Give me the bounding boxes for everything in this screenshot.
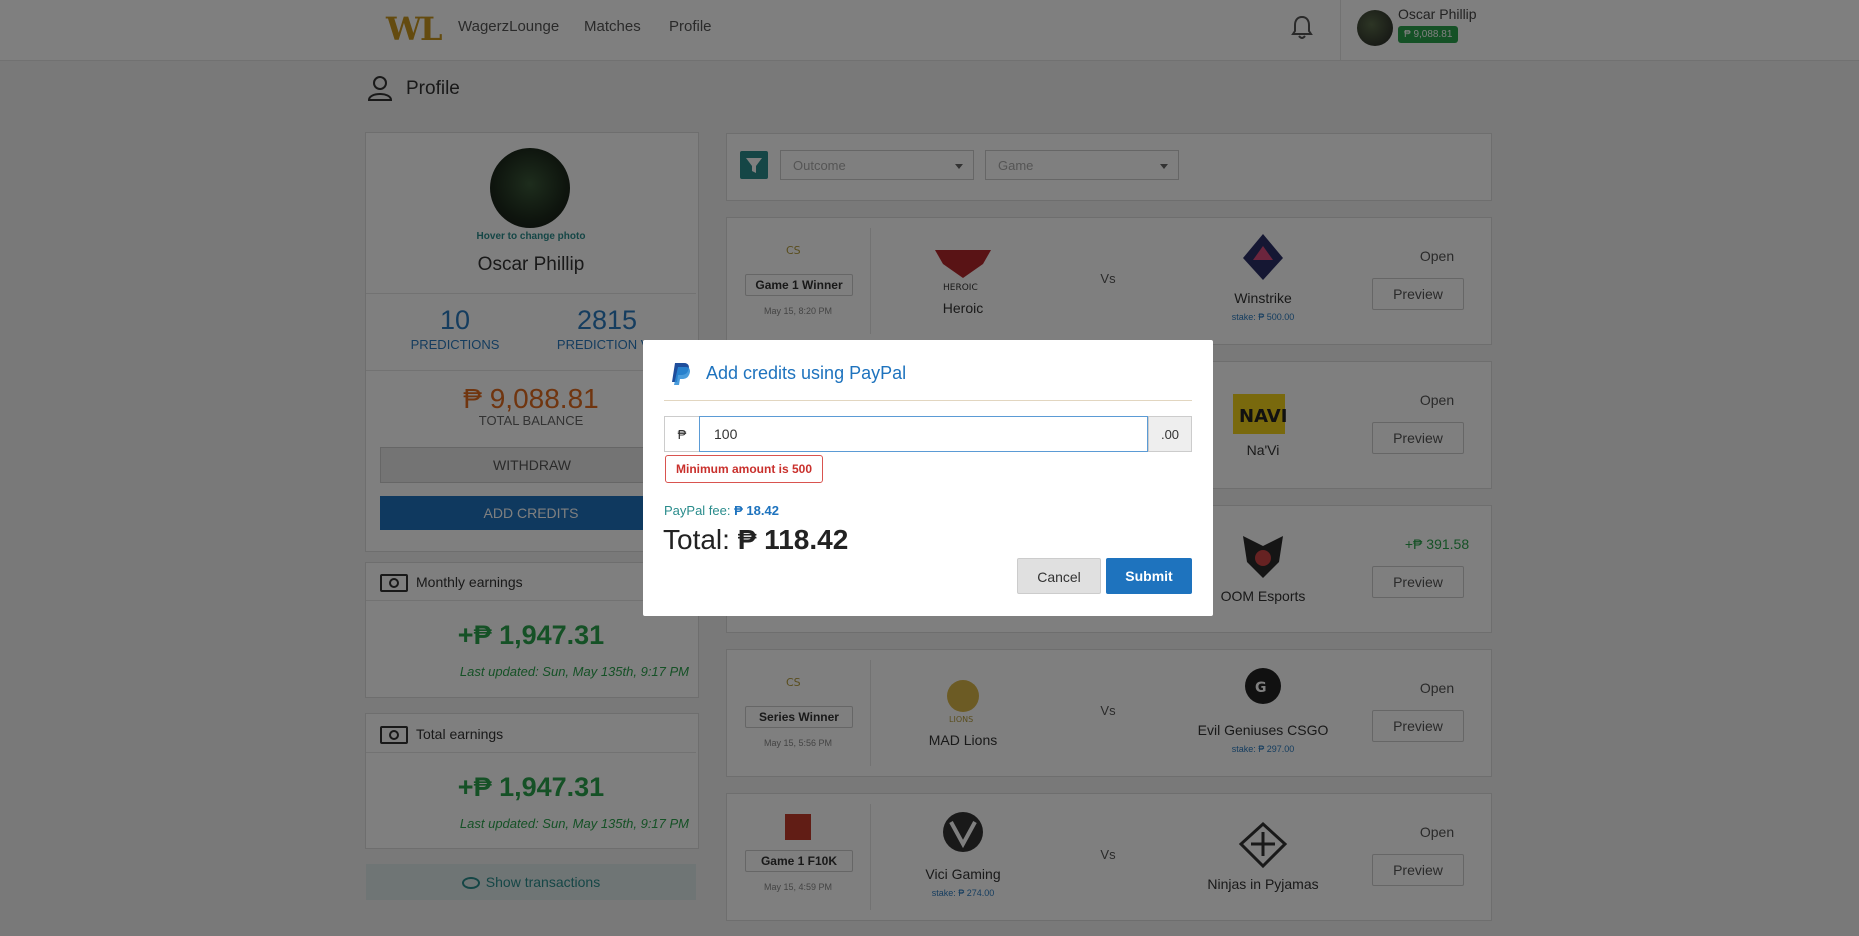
paypal-fee-value: ₱ 18.42 — [734, 503, 779, 518]
add-credits-modal: Add credits using PayPal ₱ .00 Minimum a… — [643, 340, 1213, 616]
modal-divider — [664, 400, 1192, 401]
total-value: ₱ 118.42 — [737, 524, 849, 555]
paypal-fee-label: PayPal fee: — [664, 503, 731, 518]
total-label: Total: — [663, 524, 730, 555]
submit-button[interactable]: Submit — [1106, 558, 1192, 594]
paypal-icon — [672, 363, 690, 385]
total-amount: Total: ₱ 118.42 — [663, 524, 848, 556]
amount-input[interactable] — [699, 416, 1148, 452]
cancel-button[interactable]: Cancel — [1017, 558, 1101, 594]
cents-addon: .00 — [1148, 416, 1192, 452]
currency-addon: ₱ — [664, 416, 700, 452]
amount-error-message: Minimum amount is 500 — [665, 455, 824, 483]
paypal-fee: PayPal fee: ₱ 18.42 — [664, 503, 779, 518]
modal-title: Add credits using PayPal — [706, 363, 907, 383]
